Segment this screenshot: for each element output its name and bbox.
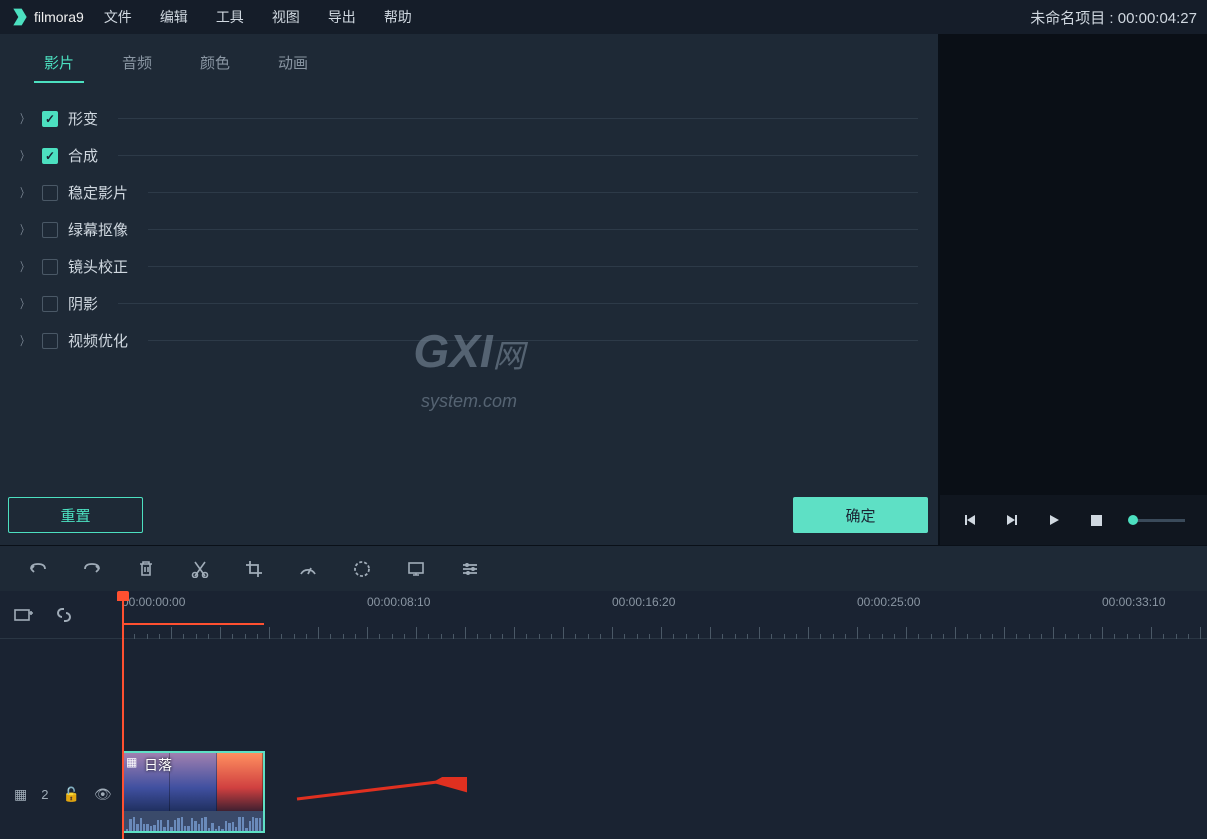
track-number: 2 bbox=[41, 787, 48, 802]
prop-transform: 〉 形变 bbox=[18, 100, 918, 137]
reset-button[interactable]: 重置 bbox=[8, 497, 143, 533]
ruler-time-label: 00:00:00:00 bbox=[122, 595, 185, 609]
app-logo: filmora9 bbox=[10, 7, 84, 27]
checkbox-videoenhance[interactable] bbox=[42, 333, 58, 349]
prop-lenscorrection: 〉 镜头校正 bbox=[18, 248, 918, 285]
tab-video[interactable]: 影片 bbox=[20, 44, 98, 81]
timeline-tracks: ▦ 2 🔓 👁 ▦ 日落 bbox=[0, 639, 1207, 835]
ok-button[interactable]: 确定 bbox=[793, 497, 928, 533]
chevron-right-icon[interactable]: 〉 bbox=[20, 110, 30, 127]
timeline: 00:00:00:00 00:00:08:10 00:00:16:20 00:00:2… bbox=[0, 591, 1207, 835]
prop-label: 绿幕抠像 bbox=[68, 219, 128, 240]
chevron-right-icon[interactable]: 〉 bbox=[20, 332, 30, 349]
clip-type-icon: ▦ bbox=[126, 755, 137, 769]
menu-help[interactable]: 帮助 bbox=[384, 7, 412, 27]
prop-stabilize: 〉 稳定影片 bbox=[18, 174, 918, 211]
clip-name: 日落 bbox=[144, 755, 172, 775]
stop-icon[interactable] bbox=[1088, 512, 1104, 528]
checkbox-stabilize[interactable] bbox=[42, 185, 58, 201]
preview-panel bbox=[940, 34, 1207, 545]
timeline-ruler[interactable]: 00:00:00:00 00:00:08:10 00:00:16:20 00:00:2… bbox=[122, 591, 1207, 639]
link-icon[interactable] bbox=[54, 605, 74, 625]
ruler-time-label: 00:00:08:10 bbox=[367, 595, 430, 609]
speed-icon[interactable] bbox=[298, 559, 318, 579]
prop-shadow: 〉 阴影 bbox=[18, 285, 918, 322]
app-name: filmora9 bbox=[34, 9, 84, 25]
annotation-arrow bbox=[287, 777, 467, 807]
prev-frame-icon[interactable] bbox=[962, 512, 978, 528]
greenscreen-tool-icon[interactable] bbox=[406, 559, 426, 579]
redo-icon[interactable] bbox=[82, 559, 102, 579]
checkbox-greenscreen[interactable] bbox=[42, 222, 58, 238]
project-name: 未命名项目 bbox=[1030, 10, 1105, 27]
preview-viewport bbox=[940, 34, 1207, 495]
watermark: GXI网 system.com bbox=[413, 324, 524, 415]
color-icon[interactable] bbox=[352, 559, 372, 579]
filmora-logo-icon bbox=[10, 7, 30, 27]
panel-footer: 重置 确定 bbox=[0, 485, 938, 545]
prop-label: 合成 bbox=[68, 145, 98, 166]
prop-label: 形变 bbox=[68, 108, 98, 129]
film-icon: ▦ bbox=[14, 786, 27, 803]
chevron-right-icon[interactable]: 〉 bbox=[20, 221, 30, 238]
menu-tools[interactable]: 工具 bbox=[216, 7, 244, 27]
prop-greenscreen: 〉 绿幕抠像 bbox=[18, 211, 918, 248]
checkbox-lenscorrection[interactable] bbox=[42, 259, 58, 275]
menu-edit[interactable]: 编辑 bbox=[160, 7, 188, 27]
undo-icon[interactable] bbox=[28, 559, 48, 579]
volume-slider[interactable] bbox=[1130, 519, 1185, 522]
chevron-right-icon[interactable]: 〉 bbox=[20, 258, 30, 275]
menu-view[interactable]: 视图 bbox=[272, 7, 300, 27]
tab-audio[interactable]: 音频 bbox=[98, 44, 176, 81]
track-controls: ▦ 2 🔓 👁 bbox=[0, 753, 122, 835]
video-clip[interactable]: ▦ 日落 bbox=[122, 751, 265, 833]
prop-label: 视频优化 bbox=[68, 330, 128, 351]
top-menubar: filmora9 文件 编辑 工具 视图 导出 帮助 未命名项目 : 00:00… bbox=[0, 0, 1207, 34]
playback-controls bbox=[940, 495, 1207, 545]
tab-color[interactable]: 颜色 bbox=[176, 44, 254, 81]
ruler-time-label: 00:00:33:10 bbox=[1102, 595, 1165, 609]
prop-composite: 〉 合成 bbox=[18, 137, 918, 174]
playhead[interactable] bbox=[122, 591, 124, 839]
main-menu: 文件 编辑 工具 视图 导出 帮助 bbox=[104, 7, 412, 27]
checkbox-composite[interactable] bbox=[42, 148, 58, 164]
lock-icon[interactable]: 🔓 bbox=[62, 786, 79, 803]
settings-icon[interactable] bbox=[460, 559, 480, 579]
timeline-left-tools bbox=[0, 605, 122, 625]
checkbox-shadow[interactable] bbox=[42, 296, 58, 312]
property-tabs: 影片 音频 颜色 动画 bbox=[0, 34, 938, 82]
properties-list: 〉 形变 〉 合成 〉 稳定影片 〉 绿幕抠像 bbox=[0, 82, 938, 485]
timeline-header: 00:00:00:00 00:00:08:10 00:00:16:20 00:00:2… bbox=[0, 591, 1207, 639]
project-info: 未命名项目 : 00:00:04:27 bbox=[1030, 7, 1197, 28]
chevron-right-icon[interactable]: 〉 bbox=[20, 295, 30, 312]
ruler-time-label: 00:00:16:20 bbox=[612, 595, 675, 609]
menu-export[interactable]: 导出 bbox=[328, 7, 356, 27]
chevron-right-icon[interactable]: 〉 bbox=[20, 184, 30, 201]
crop-icon[interactable] bbox=[244, 559, 264, 579]
ruler-time-label: 00:00:25:00 bbox=[857, 595, 920, 609]
step-forward-icon[interactable] bbox=[1004, 512, 1020, 528]
menu-file[interactable]: 文件 bbox=[104, 7, 132, 27]
checkbox-transform[interactable] bbox=[42, 111, 58, 127]
tab-animation[interactable]: 动画 bbox=[254, 44, 332, 81]
clip-waveform bbox=[124, 811, 263, 833]
prop-label: 稳定影片 bbox=[68, 182, 128, 203]
cut-icon[interactable] bbox=[190, 559, 210, 579]
play-icon[interactable] bbox=[1046, 512, 1062, 528]
add-media-icon[interactable] bbox=[14, 605, 34, 625]
delete-icon[interactable] bbox=[136, 559, 156, 579]
properties-panel: 影片 音频 颜色 动画 〉 形变 〉 合成 〉 稳定影片 bbox=[0, 34, 940, 545]
track-content[interactable]: ▦ 日落 bbox=[122, 639, 1207, 835]
visibility-icon[interactable]: 👁 bbox=[94, 786, 112, 803]
prop-label: 镜头校正 bbox=[68, 256, 128, 277]
chevron-right-icon[interactable]: 〉 bbox=[20, 147, 30, 164]
prop-label: 阴影 bbox=[68, 293, 98, 314]
project-time: 00:00:04:27 bbox=[1118, 10, 1197, 27]
timeline-toolbar bbox=[0, 545, 1207, 591]
clip-thumbnail: ▦ 日落 bbox=[124, 753, 263, 811]
